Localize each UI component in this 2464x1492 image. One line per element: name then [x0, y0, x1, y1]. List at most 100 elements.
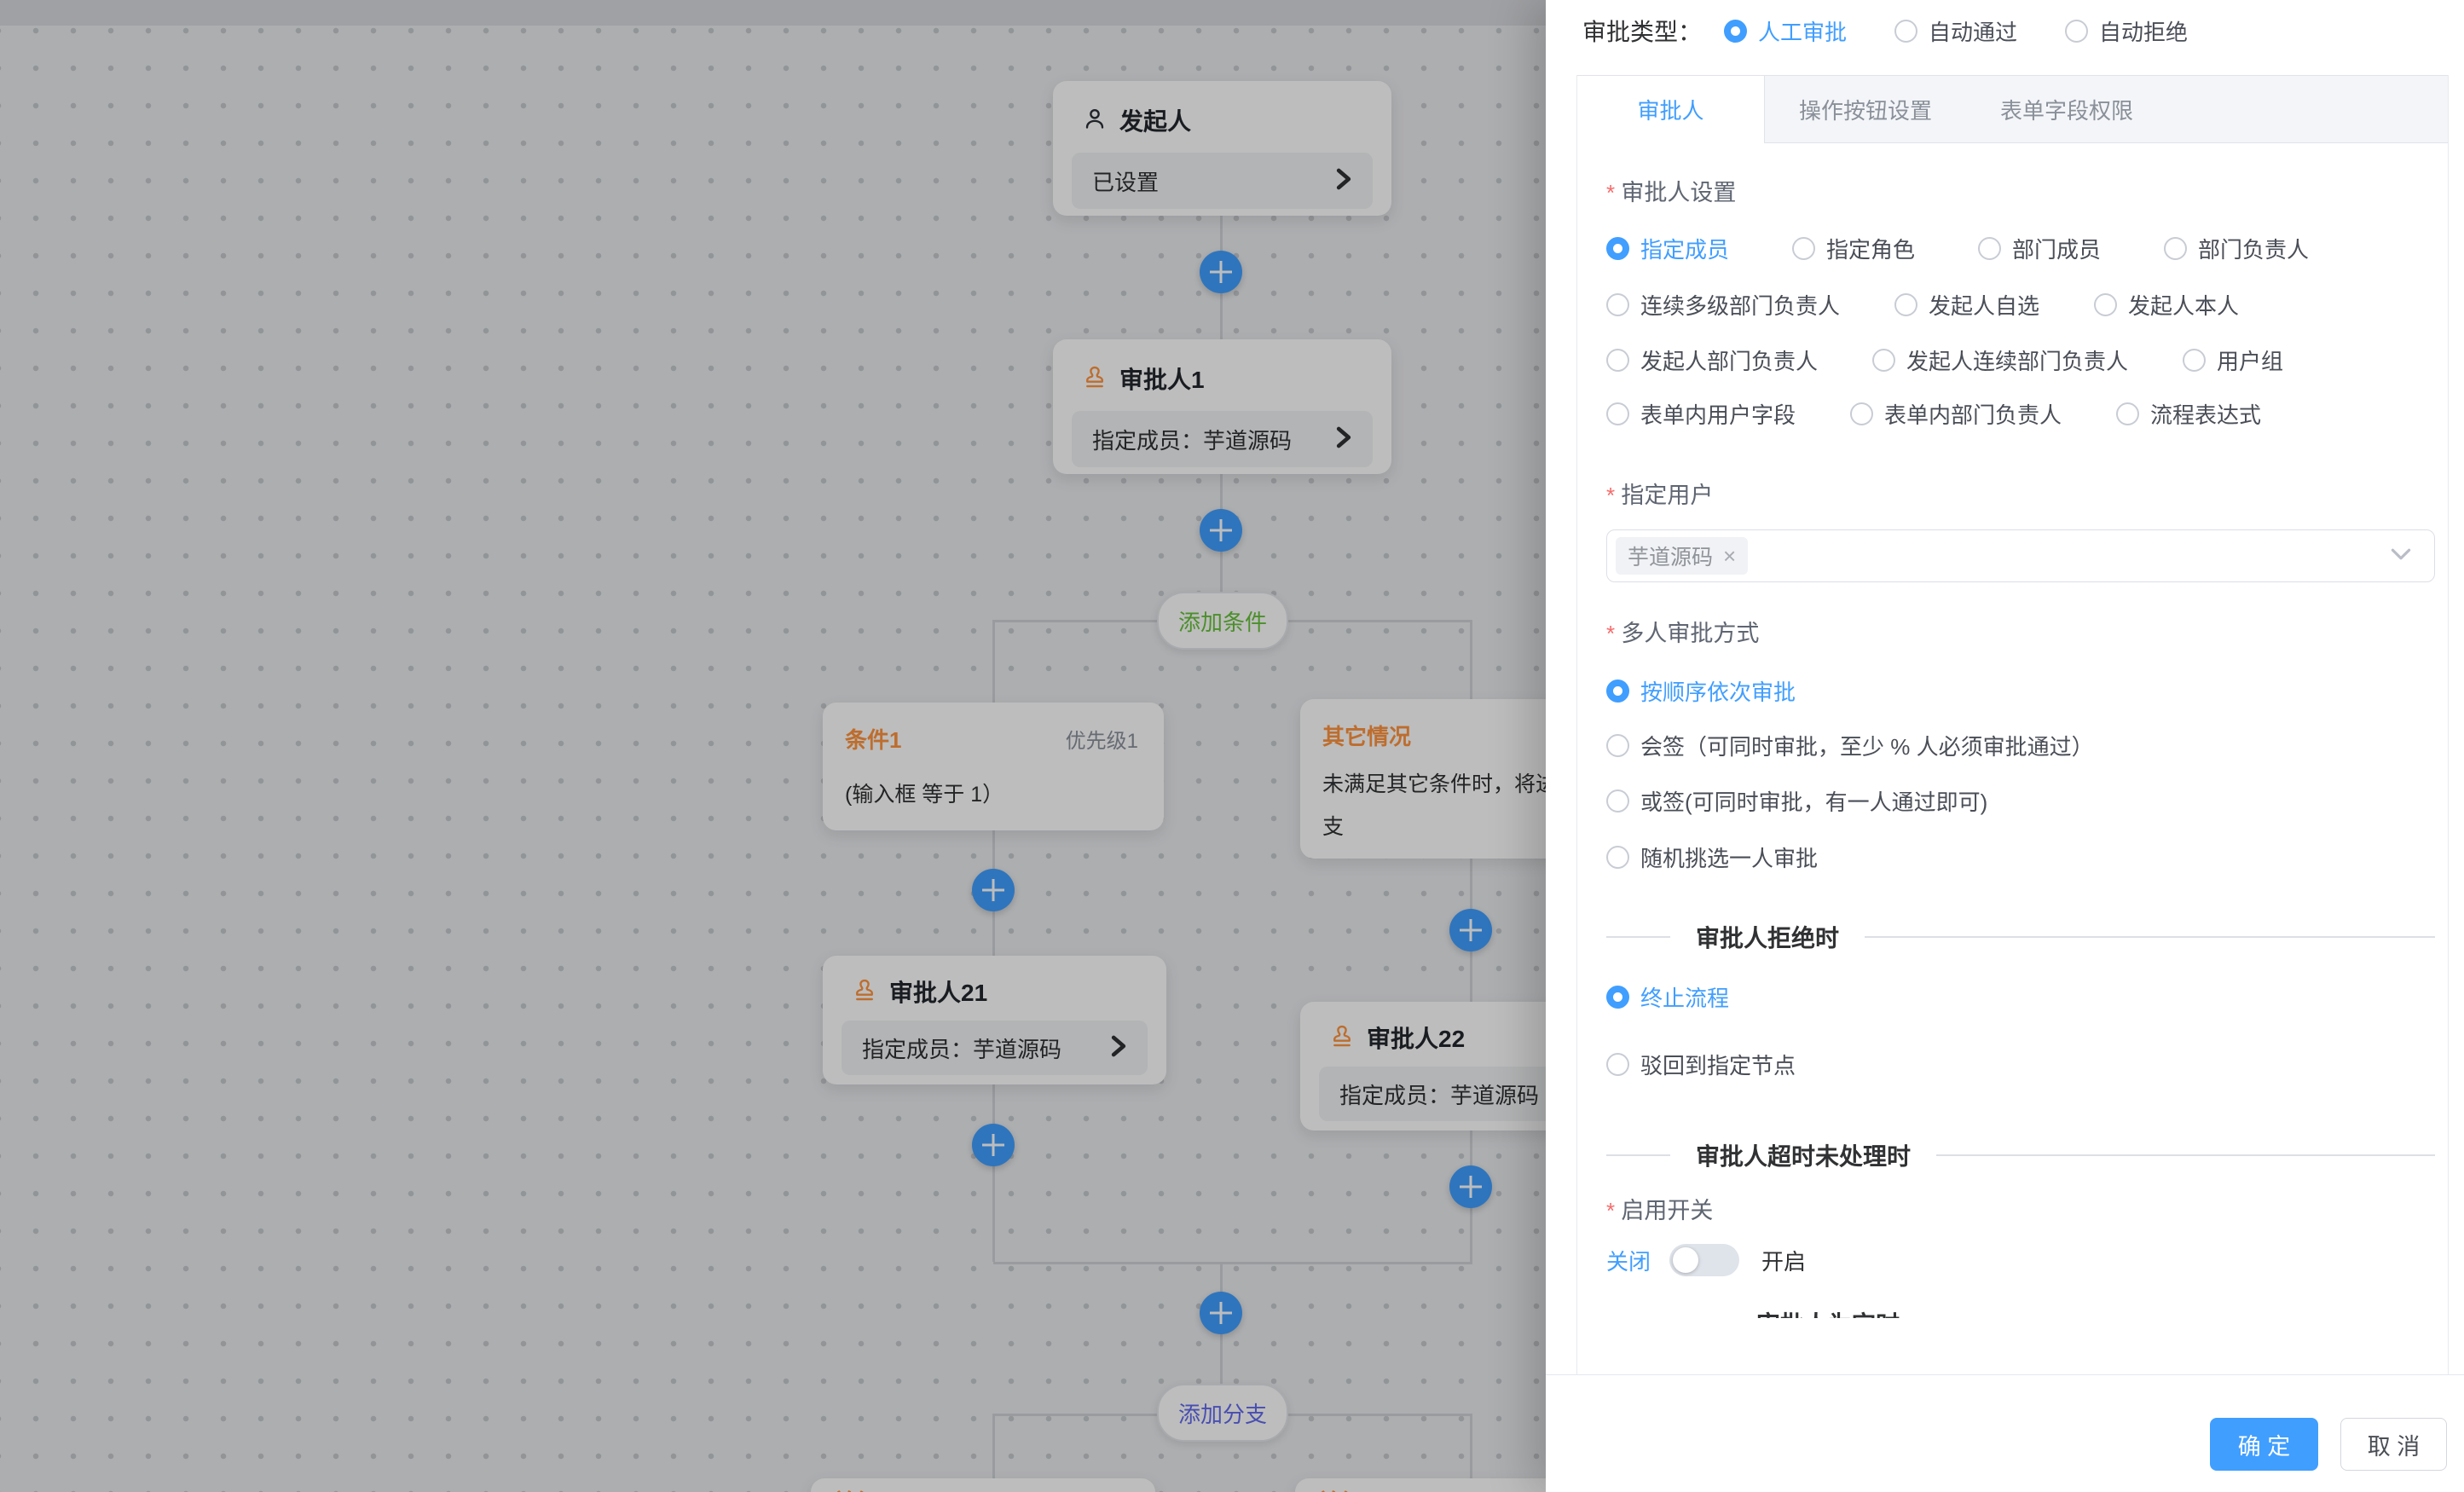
- radio-dot: [1606, 293, 1629, 316]
- radio-assigned-role[interactable]: 指定角色: [1792, 233, 1915, 264]
- reject-option-row: 驳回到指定节点: [1606, 1049, 1796, 1080]
- radio-form-user-field[interactable]: 表单内用户字段: [1606, 398, 1796, 430]
- divider-line: [1606, 1154, 1670, 1156]
- approver-setting-row3: 发起人部门负责人 发起人连续部门负责人 用户组: [1606, 344, 2283, 376]
- radio-assigned-member[interactable]: 指定成员: [1606, 233, 1729, 264]
- settings-tabbar: 审批人 操作按钮设置 表单字段权限: [1576, 75, 2449, 143]
- radio-dot: [1606, 1053, 1629, 1076]
- approver-settings-drawer: 审批类型： 人工审批 自动通过 自动拒绝 审批人 操作按钮设置 表单字段权限 审…: [1546, 0, 2464, 1492]
- radio-countersign[interactable]: 会签（可同时审批，至少 % 人必须审批通过）: [1606, 730, 2094, 761]
- radio-label: 发起人部门负责人: [1640, 344, 1818, 376]
- radio-dot: [1606, 734, 1629, 757]
- enable-toggle[interactable]: [1669, 1244, 1739, 1276]
- radio-initiator-multi-dept-leader[interactable]: 发起人连续部门负责人: [1872, 344, 2128, 376]
- radio-terminate-process[interactable]: 终止流程: [1606, 981, 1729, 1013]
- chevron-down-icon: [2390, 547, 2412, 565]
- divider-line: [1865, 936, 2435, 938]
- assign-user-label: 指定用户: [1606, 477, 1713, 510]
- partial-section-title: 审批人为空时: [1756, 1311, 1900, 1318]
- tab-button-settings[interactable]: 操作按钮设置: [1765, 76, 1966, 142]
- radio-dot: [1850, 402, 1873, 425]
- reject-section-divider: 审批人拒绝时: [1606, 920, 2435, 954]
- tab-label: 审批人: [1637, 94, 1703, 125]
- multi-mode-option-row: 会签（可同时审批，至少 % 人必须审批通过）: [1606, 730, 2094, 761]
- tab-label: 操作按钮设置: [1799, 94, 1932, 125]
- radio-label: 指定角色: [1826, 233, 1915, 264]
- radio-label: 随机挑选一人审批: [1640, 841, 1818, 873]
- switch-off-label: 关闭: [1606, 1245, 1651, 1276]
- tab-approver[interactable]: 审批人: [1577, 76, 1765, 142]
- radio-dot: [1894, 293, 1917, 316]
- radio-initiator-self[interactable]: 发起人本人: [2094, 289, 2239, 321]
- approver-setting-label-row: 审批人设置: [1606, 174, 1736, 207]
- approver-setting-row1: 指定成员 指定角色 部门成员 部门负责人: [1606, 233, 2309, 264]
- radio-label: 或签(可同时审批，有一人通过即可): [1640, 785, 1987, 817]
- timeout-section-title: 审批人超时未处理时: [1696, 1138, 1911, 1172]
- partial-section: 审批人为空时: [1756, 1306, 1900, 1318]
- radio-sequential-approve[interactable]: 按顺序依次审批: [1606, 675, 1796, 707]
- timeout-section-divider: 审批人超时未处理时: [1606, 1138, 2435, 1172]
- enable-switch-row: 关闭 开启: [1606, 1238, 1806, 1282]
- radio-dot: [1606, 402, 1629, 425]
- user-tag-label: 芋道源码: [1628, 541, 1713, 571]
- multi-mode-option-row: 按顺序依次审批: [1606, 675, 1796, 707]
- approver-setting-row2: 连续多级部门负责人 发起人自选 发起人本人: [1606, 289, 2239, 321]
- tab-panel-frame: [1576, 75, 2449, 1374]
- radio-auto-reject[interactable]: 自动拒绝: [2065, 15, 2188, 47]
- radio-label: 表单内用户字段: [1640, 398, 1796, 430]
- radio-dept-member[interactable]: 部门成员: [1978, 233, 2101, 264]
- radio-dot: [2116, 402, 2139, 425]
- radio-dot: [1606, 679, 1629, 703]
- radio-random-one[interactable]: 随机挑选一人审批: [1606, 841, 1818, 873]
- radio-orsign[interactable]: 或签(可同时审批，有一人通过即可): [1606, 785, 1987, 817]
- tab-label: 表单字段权限: [2000, 94, 2133, 125]
- divider-line: [1936, 1154, 2435, 1156]
- radio-dept-leader[interactable]: 部门负责人: [2164, 233, 2309, 264]
- radio-form-dept-leader[interactable]: 表单内部门负责人: [1850, 398, 2062, 430]
- assign-user-select[interactable]: 芋道源码 ×: [1606, 529, 2435, 582]
- assign-user-label-row: 指定用户: [1606, 477, 1713, 510]
- radio-dot: [1724, 20, 1747, 43]
- radio-multi-level-dept-leader[interactable]: 连续多级部门负责人: [1606, 289, 1840, 321]
- tab-form-field-permission[interactable]: 表单字段权限: [1966, 76, 2167, 142]
- radio-label: 终止流程: [1640, 981, 1729, 1013]
- radio-dot: [1606, 349, 1629, 372]
- divider-line: [1606, 936, 1670, 938]
- modal-mask[interactable]: [0, 0, 1547, 1492]
- radio-initiator-choose[interactable]: 发起人自选: [1894, 289, 2039, 321]
- toggle-knob: [1673, 1247, 1698, 1273]
- radio-manual-approve[interactable]: 人工审批: [1724, 15, 1847, 47]
- radio-dot: [1894, 20, 1917, 43]
- radio-label: 人工审批: [1758, 15, 1847, 47]
- flow-canvas[interactable]: 发起人 已设置 审批人1 指定成员: [0, 0, 1547, 1492]
- radio-label: 指定成员: [1640, 233, 1729, 264]
- footer-divider: [1546, 1374, 2464, 1375]
- radio-dot: [1872, 349, 1895, 372]
- radio-return-to-node[interactable]: 驳回到指定节点: [1606, 1049, 1796, 1080]
- radio-label: 用户组: [2217, 344, 2283, 376]
- radio-dot: [2183, 349, 2206, 372]
- radio-dot: [2065, 20, 2088, 43]
- radio-dot: [1606, 237, 1629, 260]
- radio-label: 发起人本人: [2128, 289, 2239, 321]
- radio-process-expression[interactable]: 流程表达式: [2116, 398, 2261, 430]
- multi-mode-option-row: 随机挑选一人审批: [1606, 841, 1818, 873]
- radio-dot: [2164, 237, 2187, 260]
- user-tag: 芋道源码 ×: [1616, 537, 1748, 575]
- reject-section-title: 审批人拒绝时: [1696, 920, 1839, 954]
- radio-initiator-dept-leader[interactable]: 发起人部门负责人: [1606, 344, 1818, 376]
- multi-mode-label: 多人审批方式: [1606, 615, 1759, 648]
- tag-remove-icon[interactable]: ×: [1723, 545, 1736, 567]
- approver-setting-label: 审批人设置: [1606, 174, 1736, 207]
- multi-mode-label-row: 多人审批方式: [1606, 615, 1759, 648]
- radio-label: 会签（可同时审批，至少 % 人必须审批通过）: [1640, 730, 2094, 761]
- confirm-button[interactable]: 确 定: [2210, 1418, 2318, 1471]
- approval-type-label: 审批类型：: [1582, 14, 1702, 48]
- radio-auto-approve[interactable]: 自动通过: [1894, 15, 2017, 47]
- cancel-button[interactable]: 取 消: [2340, 1418, 2447, 1471]
- radio-label: 部门负责人: [2198, 233, 2309, 264]
- radio-label: 自动拒绝: [2099, 15, 2188, 47]
- radio-user-group[interactable]: 用户组: [2183, 344, 2283, 376]
- enable-switch-label-row: 启用开关: [1606, 1192, 1713, 1225]
- approval-type-row: 审批类型： 人工审批 自动通过 自动拒绝: [1582, 14, 2236, 48]
